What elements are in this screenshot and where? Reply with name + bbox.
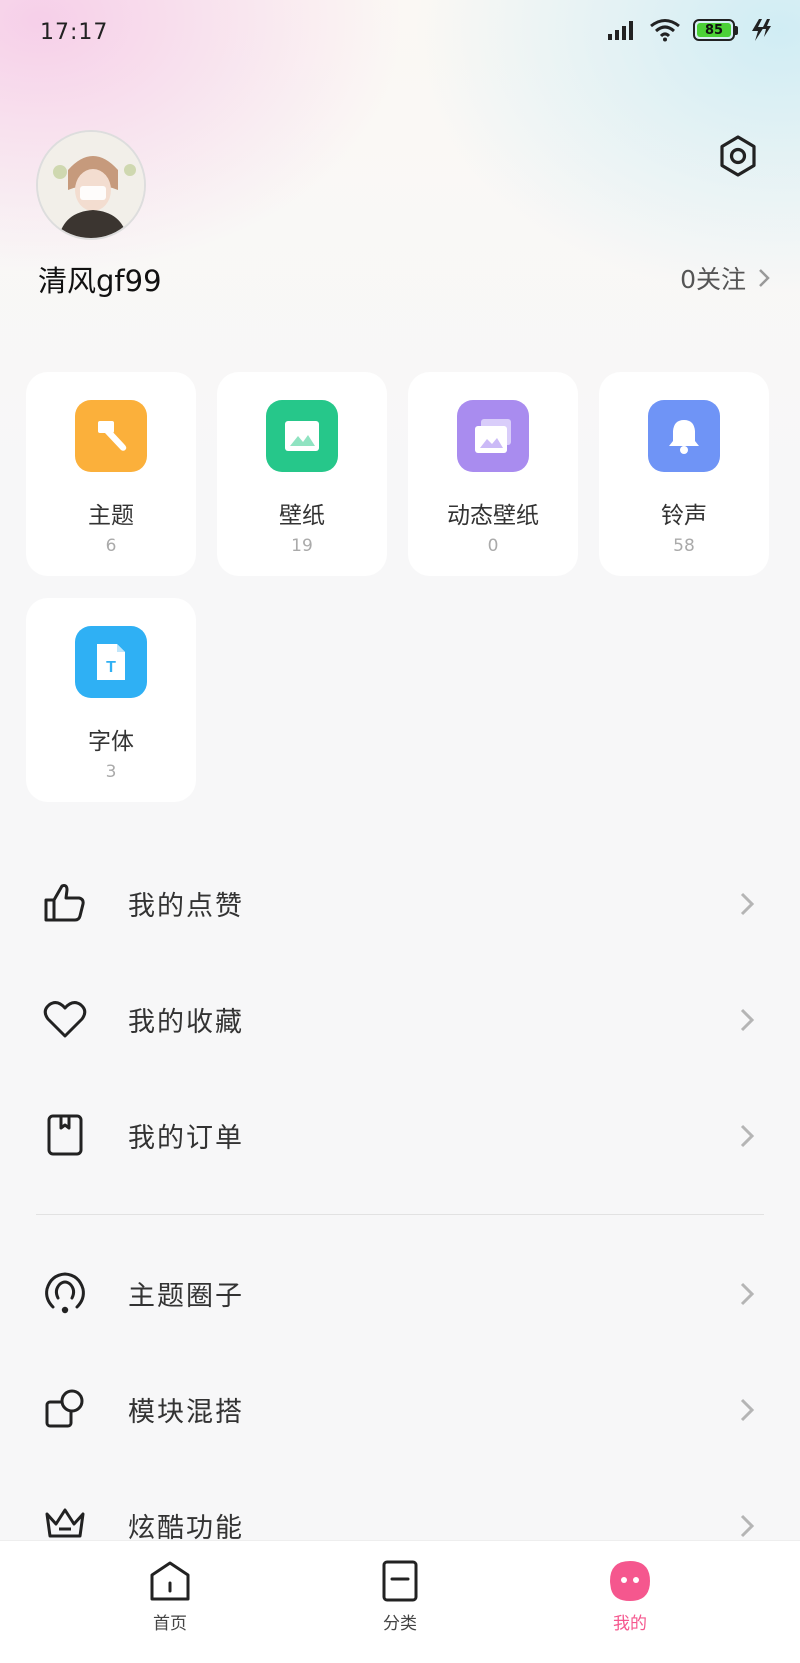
grid-card-live-wallpaper[interactable]: 动态壁纸 0 [408,372,578,576]
live-wallpaper-icon [457,400,529,472]
grid-label: 动态壁纸 [447,503,539,529]
grid-label: 铃声 [661,503,707,529]
menu-item-my-orders[interactable]: 我的订单 [0,1078,800,1194]
module-mix-icon [45,1389,84,1428]
chevron-right-icon [740,1398,755,1422]
avatar-image [38,132,144,238]
menu-item-my-likes[interactable]: 我的点赞 [0,846,800,962]
grid-label: 主题 [88,503,134,529]
thumbs-up-icon [44,884,85,922]
nav-label: 我的 [613,1614,647,1634]
bottom-navigation: 首页 分类 我的 [0,1540,800,1663]
menu-label: 我的点赞 [128,891,244,922]
category-icon [382,1560,418,1602]
chevron-right-icon [740,1124,755,1148]
nav-home[interactable]: 首页 [110,1541,230,1651]
menu-item-theme-circle[interactable]: 主题圈子 [0,1236,800,1352]
grid-count: 19 [291,536,313,556]
nav-label: 首页 [153,1614,187,1634]
grid-label: 壁纸 [279,503,325,529]
username: 清风gf99 [38,264,162,298]
grid-count: 0 [487,536,499,556]
settings-icon[interactable] [716,134,760,178]
chevron-right-icon [740,892,755,916]
status-bar: 17:17 85 [0,0,800,66]
picture-icon [266,400,338,472]
battery-indicator: 85 [693,19,738,41]
battery-level: 85 [697,23,731,38]
menu-label: 我的收藏 [128,1007,244,1038]
status-time: 17:17 [40,20,109,45]
grid-count: 3 [105,762,117,782]
grid-card-font[interactable]: T 字体 3 [26,598,196,802]
grid-count: 58 [673,536,695,556]
grid-card-ringtone[interactable]: 铃声 58 [599,372,769,576]
grid-card-wallpaper[interactable]: 壁纸 19 [217,372,387,576]
chevron-right-icon [759,269,770,287]
svg-text:T: T [106,659,116,676]
menu-item-module-mix[interactable]: 模块混搭 [0,1352,800,1468]
menu-item-my-favorites[interactable]: 我的收藏 [0,962,800,1078]
chevron-right-icon [740,1282,755,1306]
grid-card-theme[interactable]: 主题 6 [26,372,196,576]
nav-label: 分类 [383,1614,417,1634]
follow-link[interactable]: 0关注 [680,260,770,296]
grid-count: 6 [105,536,117,556]
me-icon [610,1561,650,1601]
font-file-icon: T [75,626,147,698]
bell-icon [648,400,720,472]
home-icon [150,1561,190,1601]
charging-icon [752,19,771,41]
wifi-icon [650,19,680,42]
grid-label: 字体 [88,729,134,755]
follow-count: 0关注 [680,265,746,294]
nav-category[interactable]: 分类 [340,1541,460,1651]
avatar[interactable] [36,130,146,240]
brush-icon [75,400,147,472]
heart-icon [43,1001,87,1038]
chevron-right-icon [740,1514,755,1538]
order-icon [47,1114,83,1156]
nav-me[interactable]: 我的 [570,1541,690,1651]
chevron-right-icon [740,1008,755,1032]
signal-icon [608,21,633,40]
circle-community-icon [45,1272,85,1314]
menu-label: 我的订单 [128,1123,244,1154]
menu-label: 主题圈子 [128,1281,244,1312]
menu-divider [36,1214,764,1215]
menu-label: 模块混搭 [128,1397,244,1428]
